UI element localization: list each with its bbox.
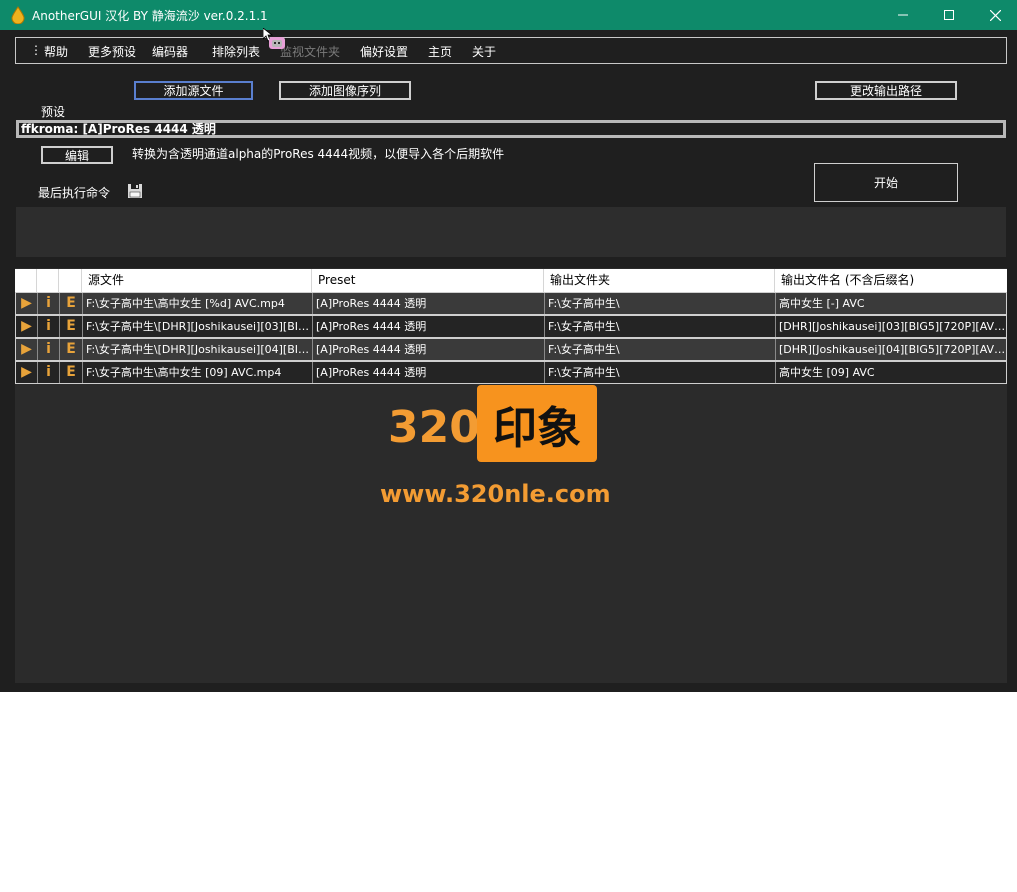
table-row[interactable]: ▶ i E F:\女子高中生\[DHR][Joshikausei][03][BI… (15, 315, 1007, 338)
menu-encoders[interactable]: 编码器 (152, 43, 188, 60)
last-command-output (16, 207, 1006, 257)
add-image-sequence-button[interactable]: 添加图像序列 (279, 81, 411, 100)
minimize-button[interactable] (880, 0, 926, 30)
table-header: 源文件 Preset 输出文件夹 输出文件名 (不含后缀名) (15, 269, 1007, 292)
header-edit-col (59, 269, 82, 292)
cell-preset: [A]ProRes 4444 透明 (313, 316, 545, 337)
app-drop-icon (11, 6, 25, 24)
menu-help[interactable]: 帮助 (44, 43, 68, 60)
menu-about[interactable]: 关于 (472, 43, 496, 60)
title-bar[interactable]: AnotherGUI 汉化 BY 静海流沙 ver.0.2.1.1 (0, 0, 1017, 30)
watermark-url: www.320nle.com (380, 480, 611, 508)
play-icon[interactable]: ▶ (16, 293, 38, 314)
cell-output-folder: F:\女子高中生\ (545, 362, 776, 383)
menu-watch-folder[interactable]: 监视文件夹 (280, 43, 340, 60)
info-icon[interactable]: i (38, 316, 60, 337)
minimize-icon (898, 14, 908, 16)
menu-grip-icon[interactable]: ⋮ (30, 43, 42, 57)
cell-output-name: 高中女生 [09] AVC (779, 366, 875, 379)
cell-preset: [A]ProRes 4444 透明 (313, 293, 545, 314)
add-source-button[interactable]: 添加源文件 (134, 81, 253, 100)
menu-more-presets[interactable]: 更多预设 (88, 43, 136, 60)
app-window: AnotherGUI 汉化 BY 静海流沙 ver.0.2.1.1 ⋮ 帮助 更… (0, 0, 1017, 692)
header-output-name[interactable]: 输出文件名 (不含后缀名) (775, 269, 1007, 292)
maximize-button[interactable] (926, 0, 972, 30)
cell-output-folder: F:\女子高中生\ (545, 293, 776, 314)
cell-preset: [A]ProRes 4444 透明 (313, 339, 545, 360)
info-icon[interactable]: i (38, 362, 60, 383)
close-button[interactable] (972, 0, 1017, 30)
cell-output-folder: F:\女子高中生\ (545, 316, 776, 337)
cell-output-name: [DHR][Joshikausei][04][BIG5][720P][AVC_A… (779, 343, 1006, 356)
header-source[interactable]: 源文件 (82, 269, 312, 292)
edit-icon[interactable]: E (60, 293, 83, 314)
cell-preset: [A]ProRes 4444 透明 (313, 362, 545, 383)
preset-label: 预设 (41, 105, 66, 119)
menu-bar: ⋮ 帮助 更多预设 编码器 排除列表 监视文件夹 偏好设置 主页 关于 (15, 37, 1007, 64)
floppy-disk-icon[interactable] (127, 183, 143, 199)
table-row[interactable]: ▶ i E F:\女子高中生\[DHR][Joshikausei][04][BI… (15, 338, 1007, 361)
header-info-col (37, 269, 59, 292)
edit-icon[interactable]: E (60, 362, 83, 383)
header-output-folder[interactable]: 输出文件夹 (544, 269, 775, 292)
watermark-brand: 印象 (477, 385, 597, 462)
info-icon[interactable]: i (38, 339, 60, 360)
menu-preferences[interactable]: 偏好设置 (360, 43, 408, 60)
cell-output-name: 高中女生 [-] AVC (779, 297, 865, 310)
table-row[interactable]: ▶ i E F:\女子高中生\高中女生 [09] AVC.mp4 [A]ProR… (15, 361, 1007, 384)
menu-home[interactable]: 主页 (428, 43, 452, 60)
edit-icon[interactable]: E (60, 316, 83, 337)
menu-exclude-list[interactable]: 排除列表 (212, 43, 260, 60)
desktop-pet-icon (269, 37, 285, 49)
cell-source: F:\女子高中生\高中女生 [09] AVC.mp4 (83, 362, 313, 383)
cell-source: F:\女子高中生\[DHR][Joshikausei][03][BIG... (83, 316, 313, 337)
queue-table: 源文件 Preset 输出文件夹 输出文件名 (不含后缀名) ▶ i E F:\… (15, 268, 1007, 683)
info-icon[interactable]: i (38, 293, 60, 314)
cell-output-name: [DHR][Joshikausei][03][BIG5][720P][AVC_A… (779, 320, 1006, 333)
cell-output-folder: F:\女子高中生\ (545, 339, 776, 360)
watermark-number: 320 (388, 402, 480, 453)
play-icon[interactable]: ▶ (16, 339, 38, 360)
cell-source: F:\女子高中生\[DHR][Joshikausei][04][BIG... (83, 339, 313, 360)
cell-source: F:\女子高中生\高中女生 [%d] AVC.mp4 (83, 293, 313, 314)
preset-description: 转换为含透明通道alpha的ProRes 4444视频，以便导入各个后期软件 (132, 147, 505, 161)
table-row[interactable]: ▶ i E F:\女子高中生\高中女生 [%d] AVC.mp4 [A]ProR… (15, 292, 1007, 315)
header-preset[interactable]: Preset (312, 269, 544, 292)
start-button[interactable]: 开始 (814, 163, 958, 202)
last-command-label: 最后执行命令 (38, 186, 111, 200)
edit-preset-button[interactable]: 编辑 (41, 146, 113, 164)
change-output-path-button[interactable]: 更改输出路径 (815, 81, 957, 100)
play-icon[interactable]: ▶ (16, 316, 38, 337)
header-play-col (15, 269, 37, 292)
window-title: AnotherGUI 汉化 BY 静海流沙 ver.0.2.1.1 (32, 9, 268, 23)
preset-select[interactable]: ffkroma: [A]ProRes 4444 透明 (16, 120, 1006, 138)
edit-icon[interactable]: E (60, 339, 83, 360)
maximize-icon (944, 10, 954, 20)
close-icon (989, 9, 1001, 21)
play-icon[interactable]: ▶ (16, 362, 38, 383)
